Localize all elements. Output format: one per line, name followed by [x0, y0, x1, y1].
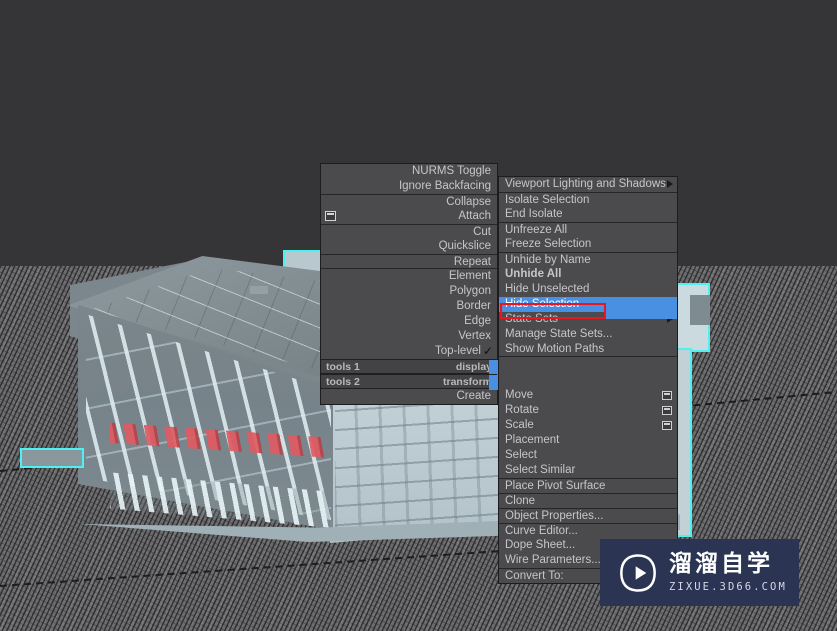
checkmark-icon: ✓: [482, 344, 493, 358]
menu-item-label: NURMS Toggle: [411, 165, 491, 177]
menu-item-label: Move: [505, 389, 534, 401]
menu-item-edge[interactable]: Edge: [321, 314, 497, 329]
chevron-right-icon: [667, 180, 673, 188]
titlebar-right-label: display: [455, 361, 492, 373]
settings-dialog-icon[interactable]: [325, 211, 336, 221]
menu-item-element[interactable]: Element: [321, 269, 497, 284]
roof-equipment-3: [250, 286, 268, 294]
menu-item-label: Attach: [458, 210, 491, 222]
quad-titlebar-tools-2[interactable]: tools 2 transform: [321, 374, 529, 390]
menu-item-label: Edge: [464, 315, 491, 327]
menu-item-cut[interactable]: Cut: [321, 224, 497, 239]
menu-item-end-isolate[interactable]: End Isolate: [499, 207, 677, 222]
menu-item-viewport-lighting-and-shadows[interactable]: Viewport Lighting and Shadows: [499, 177, 677, 192]
menu-item-label: Place Pivot Surface: [505, 480, 606, 492]
menu-item-label: End Isolate: [505, 208, 563, 220]
titlebar-right-label: transform: [442, 376, 492, 388]
menu-item-curve-editor[interactable]: Curve Editor...: [499, 523, 677, 538]
menu-item-label: Unhide by Name: [505, 254, 591, 266]
watermark-brand-url: ZIXUE.3D66.COM: [669, 580, 787, 593]
menu-item-attach[interactable]: Attach: [321, 209, 497, 224]
quad-menu-gap: [499, 357, 677, 388]
titlebar-left-label: tools 1: [326, 361, 360, 373]
menu-item-label: Isolate Selection: [505, 194, 590, 206]
menu-item-quickslice[interactable]: Quickslice: [321, 239, 497, 254]
menu-item-label: Object Properties...: [505, 510, 604, 522]
menu-item-select-similar[interactable]: Select Similar: [499, 463, 677, 478]
menu-item-manage-state-sets[interactable]: Manage State Sets...: [499, 327, 677, 342]
menu-item-repeat[interactable]: Repeat: [321, 254, 497, 269]
menu-item-label: Select: [505, 449, 537, 461]
menu-item-label: Manage State Sets...: [505, 328, 613, 340]
watermark-brand-cn: 溜溜自学: [669, 550, 773, 577]
menu-item-place-pivot-surface[interactable]: Place Pivot Surface: [499, 478, 677, 493]
menu-item-isolate-selection[interactable]: Isolate Selection: [499, 192, 677, 207]
menu-item-placement[interactable]: Placement: [499, 433, 677, 448]
menu-item-label: Create: [456, 390, 491, 402]
menu-item-label: Placement: [505, 434, 560, 446]
menu-item-label: Show Motion Paths: [505, 343, 605, 355]
settings-dialog-icon[interactable]: [662, 406, 672, 415]
zixue-watermark: 溜溜自学 ZIXUE.3D66.COM: [600, 539, 799, 606]
hide-selection-highlight-extension: [606, 303, 677, 319]
settings-dialog-icon[interactable]: [662, 391, 672, 400]
menu-item-label: Convert To:: [505, 570, 564, 582]
menu-item-label: Unfreeze All: [505, 224, 568, 236]
menu-item-polygon[interactable]: Polygon: [321, 284, 497, 299]
menu-item-select[interactable]: Select: [499, 448, 677, 463]
menu-item-clone[interactable]: Clone: [499, 493, 677, 508]
menu-item-label: Quickslice: [438, 240, 491, 252]
menu-item-label: Freeze Selection: [505, 238, 592, 250]
menu-item-label: Border: [456, 300, 491, 312]
watermark-text-block: 溜溜自学 ZIXUE.3D66.COM: [669, 550, 787, 593]
quad-menu-left[interactable]: NURMS Toggle Ignore Backfacing Collapse …: [320, 163, 529, 405]
menu-item-nurms-toggle[interactable]: NURMS Toggle: [321, 164, 497, 179]
quad-titlebar-tools-1[interactable]: tools 1 display: [321, 359, 529, 375]
menu-item-freeze-selection[interactable]: Freeze Selection: [499, 237, 677, 252]
menu-item-label: Hide Selection: [505, 298, 580, 310]
menu-item-label: Hide Unselected: [505, 283, 590, 295]
menu-item-label: Unhide All: [505, 268, 562, 280]
quad-menu-right[interactable]: Viewport Lighting and Shadows Isolate Se…: [498, 176, 678, 584]
menu-item-label: Collapse: [446, 196, 491, 208]
menu-item-rotate[interactable]: Rotate: [499, 403, 677, 418]
menu-item-unfreeze-all[interactable]: Unfreeze All: [499, 222, 677, 237]
menu-item-object-properties[interactable]: Object Properties...: [499, 508, 677, 523]
menu-item-label: Top-level: [434, 345, 481, 357]
building-left-canopy: [20, 448, 84, 468]
menu-item-scale[interactable]: Scale: [499, 418, 677, 433]
play-button-logo-icon: [620, 553, 656, 592]
menu-item-label: Vertex: [458, 330, 491, 342]
menu-item-border[interactable]: Border: [321, 299, 497, 314]
menu-item-label: Polygon: [449, 285, 491, 297]
menu-item-label: Scale: [505, 419, 534, 431]
application-window: NURMS Toggle Ignore Backfacing Collapse …: [0, 0, 837, 631]
menu-item-show-motion-paths[interactable]: Show Motion Paths: [499, 342, 677, 357]
menu-item-label: Cut: [473, 226, 491, 238]
menu-item-label: Rotate: [505, 404, 539, 416]
menu-item-label: Wire Parameters...: [505, 554, 601, 566]
menu-item-label: Clone: [505, 495, 536, 507]
menu-item-label: Element: [448, 270, 491, 282]
settings-dialog-icon[interactable]: [662, 421, 672, 430]
menu-item-hide-unselected[interactable]: Hide Unselected: [499, 282, 677, 297]
menu-item-label: Select Similar: [505, 464, 576, 476]
menu-item-top-level[interactable]: Top-level ✓: [321, 344, 497, 359]
menu-item-ignore-backfacing[interactable]: Ignore Backfacing: [321, 179, 497, 194]
menu-item-create[interactable]: Create: [321, 389, 497, 404]
menu-item-label: Ignore Backfacing: [398, 180, 491, 192]
menu-item-unhide-all[interactable]: Unhide All: [499, 267, 677, 282]
menu-item-label: Repeat: [453, 256, 491, 268]
menu-item-label: Curve Editor...: [505, 525, 578, 537]
building-right-block-shadow: [690, 295, 710, 325]
titlebar-left-label: tools 2: [326, 376, 360, 388]
menu-item-label: Dope Sheet...: [505, 539, 576, 551]
menu-item-move[interactable]: Move: [499, 388, 677, 403]
menu-item-unhide-by-name[interactable]: Unhide by Name: [499, 252, 677, 267]
menu-item-vertex[interactable]: Vertex: [321, 329, 497, 344]
menu-item-label: Viewport Lighting and Shadows: [505, 178, 666, 190]
menu-item-label: State Sets: [505, 313, 559, 325]
menu-item-collapse[interactable]: Collapse: [321, 194, 497, 209]
